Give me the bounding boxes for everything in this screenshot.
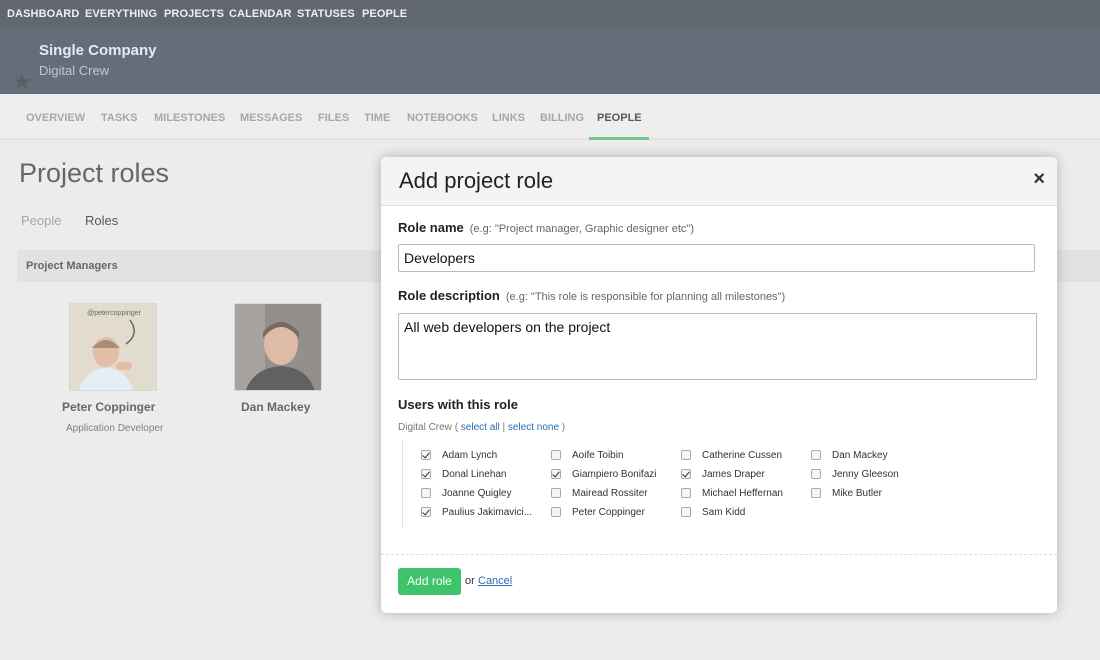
user-name: Peter Coppinger <box>572 507 645 518</box>
role-name-label: Role name (e.g: "Project manager, Graphic… <box>398 220 694 235</box>
dialog-title: Add project role <box>399 168 554 193</box>
user-name: Adam Lynch <box>442 450 498 461</box>
user-checkbox[interactable] <box>421 450 431 460</box>
user-name: Giampiero Bonifazi <box>572 469 657 480</box>
group-divider <box>402 440 403 528</box>
or-text: or <box>465 575 475 587</box>
user-checkbox[interactable] <box>811 488 821 498</box>
user-checkbox[interactable] <box>551 507 561 517</box>
user-checkbox[interactable] <box>681 507 691 517</box>
footer-divider <box>381 554 1057 555</box>
dialog-header: Add project role × <box>381 157 1057 206</box>
user-name: Jenny Gleeson <box>832 469 899 480</box>
user-name: Paulius Jakimavici... <box>442 507 533 518</box>
close-icon[interactable]: × <box>1033 169 1045 189</box>
role-name-label-text: Role name <box>398 220 464 235</box>
user-checkbox[interactable] <box>681 488 691 498</box>
user-checkbox[interactable] <box>681 469 691 479</box>
user-name: Michael Heffernan <box>702 488 783 499</box>
user-name: Dan Mackey <box>832 450 888 461</box>
cancel-link[interactable]: Cancel <box>478 575 512 587</box>
user-name: James Draper <box>702 469 765 480</box>
group-name: Digital Crew <box>398 422 452 433</box>
add-role-dialog: Add project role × Role name (e.g: "Proje… <box>381 157 1057 613</box>
role-description-label-text: Role description <box>398 288 500 303</box>
user-name: Sam Kidd <box>702 507 746 518</box>
user-name: Mike Butler <box>832 488 883 499</box>
users-heading: Users with this role <box>398 397 518 412</box>
user-checkbox[interactable] <box>551 450 561 460</box>
user-name: Catherine Cussen <box>702 450 783 461</box>
user-group-line: Digital Crew ( select all | select none … <box>398 422 566 433</box>
user-checkbox[interactable] <box>551 469 561 479</box>
user-name: Joanne Quigley <box>442 488 512 499</box>
role-description-input[interactable]: All web developers on the project <box>398 313 1037 380</box>
user-checkbox[interactable] <box>551 488 561 498</box>
role-name-hint: (e.g: "Project manager, Graphic designer… <box>469 223 694 235</box>
user-checkbox[interactable] <box>421 469 431 479</box>
role-name-input[interactable] <box>398 244 1035 272</box>
user-checkbox[interactable] <box>681 450 691 460</box>
user-checkbox[interactable] <box>421 507 431 517</box>
user-name: Donal Linehan <box>442 469 507 480</box>
user-name: Aoife Toibin <box>572 450 624 461</box>
user-name: Mairead Rossiter <box>572 488 648 499</box>
select-all-link[interactable]: select all <box>461 422 500 433</box>
select-none-link[interactable]: select none <box>508 422 559 433</box>
add-role-button[interactable]: Add role <box>398 568 461 595</box>
user-checkbox[interactable] <box>421 488 431 498</box>
role-description-label: Role description (e.g: "This role is resp… <box>398 288 785 303</box>
user-checkbox[interactable] <box>811 450 821 460</box>
user-checkbox[interactable] <box>811 469 821 479</box>
role-description-hint: (e.g: "This role is responsible for plan… <box>505 291 786 303</box>
